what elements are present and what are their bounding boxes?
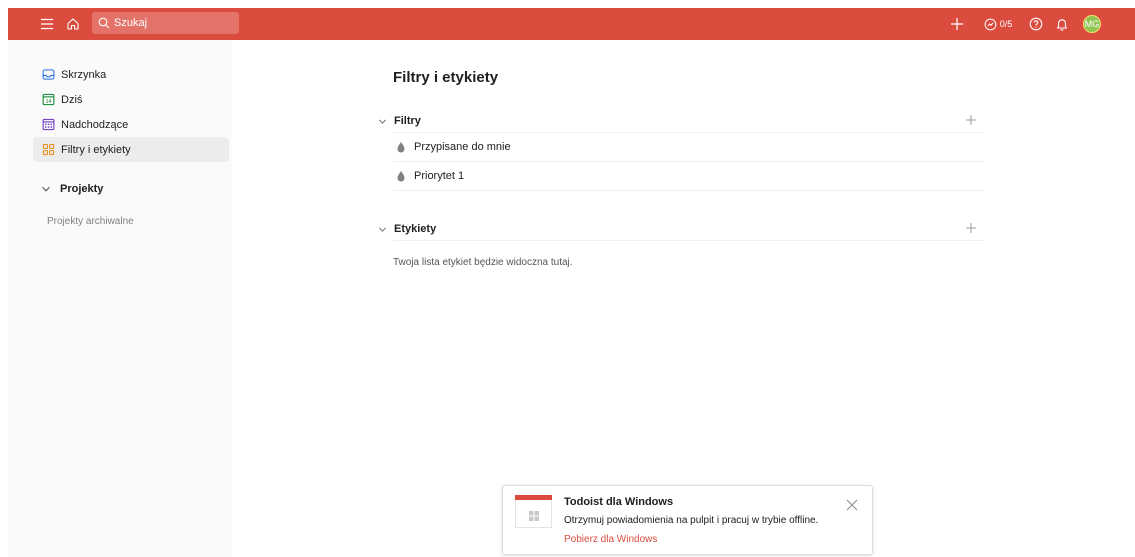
avatar: MG xyxy=(1083,15,1101,33)
sidebar-item-upcoming[interactable]: Nadchodzące xyxy=(33,112,229,137)
archived-projects-link[interactable]: Projekty archiwalne xyxy=(47,216,134,227)
filters-labels-icon xyxy=(41,143,55,157)
top-bar: 0/5 MG xyxy=(8,8,1135,40)
bell-icon xyxy=(1056,19,1068,31)
calendar-today-icon: 14 xyxy=(41,93,55,107)
download-app-notification: Todoist dla Windows Otrzymuj powiadomien… xyxy=(502,485,873,555)
productivity-button[interactable]: 0/5 xyxy=(978,8,1018,40)
windows-logo-icon xyxy=(529,511,539,521)
labels-empty-text: Twoja lista etykiet będzie widoczna tuta… xyxy=(393,257,573,268)
filter-item-label: Priorytet 1 xyxy=(414,170,465,182)
plus-icon xyxy=(966,115,976,125)
add-label-button[interactable] xyxy=(964,221,978,235)
close-icon[interactable] xyxy=(846,499,858,511)
filter-item[interactable]: Priorytet 1 xyxy=(393,162,984,191)
app-window: 0/5 MG Skrzynka 14 Dziś xyxy=(0,0,1135,557)
projects-label: Projekty xyxy=(60,183,104,195)
chevron-down-icon[interactable] xyxy=(375,117,389,126)
filters-section-header[interactable]: Filtry xyxy=(375,111,984,131)
search-input[interactable] xyxy=(114,17,224,29)
sidebar-item-label: Filtry i etykiety xyxy=(61,143,131,156)
main-content: Filtry i etykiety Filtry Przypisane do m… xyxy=(232,40,1135,557)
windows-app-icon xyxy=(515,495,552,528)
sidebar-item-filters-labels[interactable]: Filtry i etykiety xyxy=(33,137,229,162)
sidebar-item-label: Dziś xyxy=(61,93,83,106)
labels-section-header[interactable]: Etykiety xyxy=(375,219,984,239)
projects-toggle[interactable]: Projekty xyxy=(41,179,103,199)
toast-title: Todoist dla Windows xyxy=(564,496,674,508)
divider xyxy=(393,240,984,241)
page-title: Filtry i etykiety xyxy=(393,69,499,86)
sidebar-item-today[interactable]: 14 Dziś xyxy=(33,87,229,112)
toast-body: Otrzymuj powiadomienia na pulpit i pracu… xyxy=(564,515,819,526)
help-button[interactable] xyxy=(1027,8,1045,40)
calendar-upcoming-icon xyxy=(41,118,55,132)
plus-icon xyxy=(951,18,963,30)
home-icon[interactable] xyxy=(64,8,82,40)
drop-icon xyxy=(396,141,406,153)
notifications-button[interactable] xyxy=(1053,8,1071,40)
chevron-down-icon[interactable] xyxy=(375,225,389,234)
search-icon xyxy=(98,17,110,29)
sidebar: Skrzynka 14 Dziś Nadchodzące Filtry i et… xyxy=(8,40,232,557)
plus-icon xyxy=(966,223,976,233)
productivity-icon xyxy=(984,18,997,30)
inbox-icon xyxy=(41,68,55,82)
help-icon xyxy=(1029,17,1043,31)
search-bar[interactable] xyxy=(92,12,239,34)
add-filter-button[interactable] xyxy=(964,113,978,127)
download-windows-link[interactable]: Pobierz dla Windows xyxy=(564,534,657,545)
drop-icon xyxy=(396,170,406,182)
filter-item-label: Przypisane do mnie xyxy=(414,141,511,153)
sidebar-item-label: Nadchodzące xyxy=(61,118,129,131)
sidebar-item-inbox[interactable]: Skrzynka xyxy=(33,62,229,87)
filters-section-label: Filtry xyxy=(394,115,421,127)
karma-counter: 0/5 xyxy=(999,19,1013,29)
filter-item[interactable]: Przypisane do mnie xyxy=(393,133,984,162)
chevron-down-icon xyxy=(41,184,51,194)
avatar-button[interactable]: MG xyxy=(1081,8,1103,40)
labels-section-label: Etykiety xyxy=(394,223,437,235)
add-task-button[interactable] xyxy=(948,8,966,40)
menu-icon[interactable] xyxy=(38,8,56,40)
svg-text:14: 14 xyxy=(45,99,51,105)
sidebar-item-label: Skrzynka xyxy=(61,68,107,81)
